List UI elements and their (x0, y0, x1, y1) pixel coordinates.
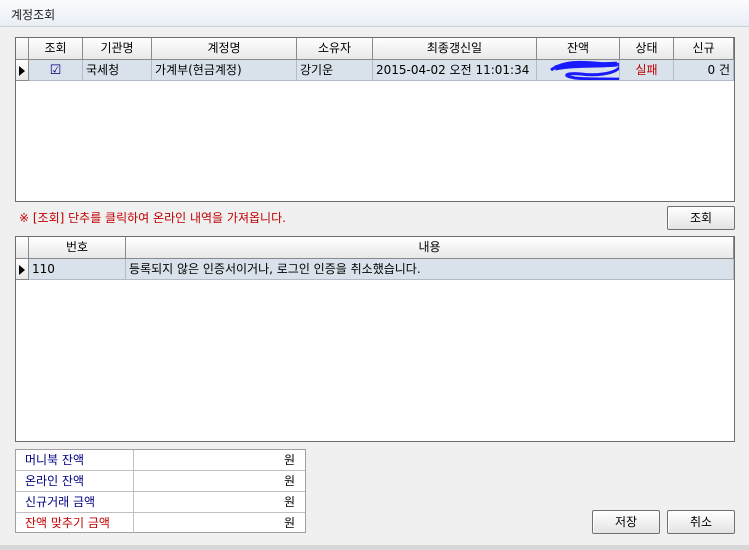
row-account: 가계부(현금계정) (152, 60, 297, 81)
window-bottom-edge (0, 545, 749, 550)
row-status: 실패 (620, 60, 674, 81)
summary-row-moneybook: 머니북 잔액 원 (16, 450, 305, 471)
row-selector[interactable] (16, 259, 29, 280)
summary-value: 원 (283, 453, 295, 467)
col-header-content[interactable]: 내용 (126, 237, 734, 259)
summary-table: 머니북 잔액 원 온라인 잔액 원 신규거래 금액 원 잔액 맞추기 금액 원 (15, 449, 306, 533)
row-balance (537, 60, 620, 81)
grid-corner (16, 38, 29, 60)
row-content: 등록되지 않은 인증서이거나, 로그인 인증을 취소했습니다. (126, 259, 734, 280)
col-header-owner[interactable]: 소유자 (297, 38, 373, 60)
row-institution: 국세청 (83, 60, 152, 81)
row-number: 110 (29, 259, 126, 280)
save-button[interactable]: 저장 (592, 510, 660, 534)
summary-label: 잔액 맞추기 금액 (16, 513, 134, 533)
col-header-last-updated[interactable]: 최종갱신일 (373, 38, 537, 60)
row-last-updated: 2015-04-02 오전 11:01:34 (373, 60, 537, 81)
summary-label: 온라인 잔액 (16, 471, 134, 491)
row-selector[interactable] (16, 60, 29, 81)
col-header-number[interactable]: 번호 (29, 237, 126, 259)
col-header-balance[interactable]: 잔액 (537, 38, 620, 60)
row-check-cell[interactable]: ☑ (29, 60, 83, 81)
row-owner: 강기운 (297, 60, 373, 81)
checkbox-checked-icon[interactable]: ☑ (50, 63, 62, 78)
accounts-grid[interactable]: 조회 기관명 계정명 소유자 최종갱신일 잔액 상태 신규 ☑ 국세청 가계부(… (15, 37, 735, 202)
messages-grid[interactable]: 번호 내용 110 등록되지 않은 인증서이거나, 로그인 인증을 취소했습니다… (15, 236, 735, 442)
col-header-status[interactable]: 상태 (620, 38, 674, 60)
summary-row-online: 온라인 잔액 원 (16, 471, 305, 492)
summary-label: 머니북 잔액 (16, 450, 134, 470)
cancel-button[interactable]: 취소 (667, 510, 735, 534)
title-bar: 계정조회 (0, 0, 749, 27)
col-header-institution[interactable]: 기관명 (83, 38, 152, 60)
col-header-new[interactable]: 신규 (674, 38, 734, 60)
summary-row-adjustment: 잔액 맞추기 금액 원 (16, 513, 305, 534)
query-button[interactable]: 조회 (667, 206, 735, 230)
col-header-account[interactable]: 계정명 (152, 38, 297, 60)
summary-value: 원 (283, 516, 295, 530)
col-header-query[interactable]: 조회 (29, 38, 83, 60)
summary-row-new-transactions: 신규거래 금액 원 (16, 492, 305, 513)
redaction-scribble (550, 60, 619, 80)
row-pointer-icon (19, 66, 25, 76)
window-title: 계정조회 (11, 8, 56, 22)
grid-corner (16, 237, 29, 259)
row-pointer-icon (19, 265, 25, 275)
notice-text: ※ [조회] 단추를 클릭하여 온라인 내역을 가져옵니다. (19, 211, 286, 225)
summary-value: 원 (283, 495, 295, 509)
summary-label: 신규거래 금액 (16, 492, 134, 512)
summary-value: 원 (283, 474, 295, 488)
row-new-count: 0 건 (674, 60, 734, 81)
